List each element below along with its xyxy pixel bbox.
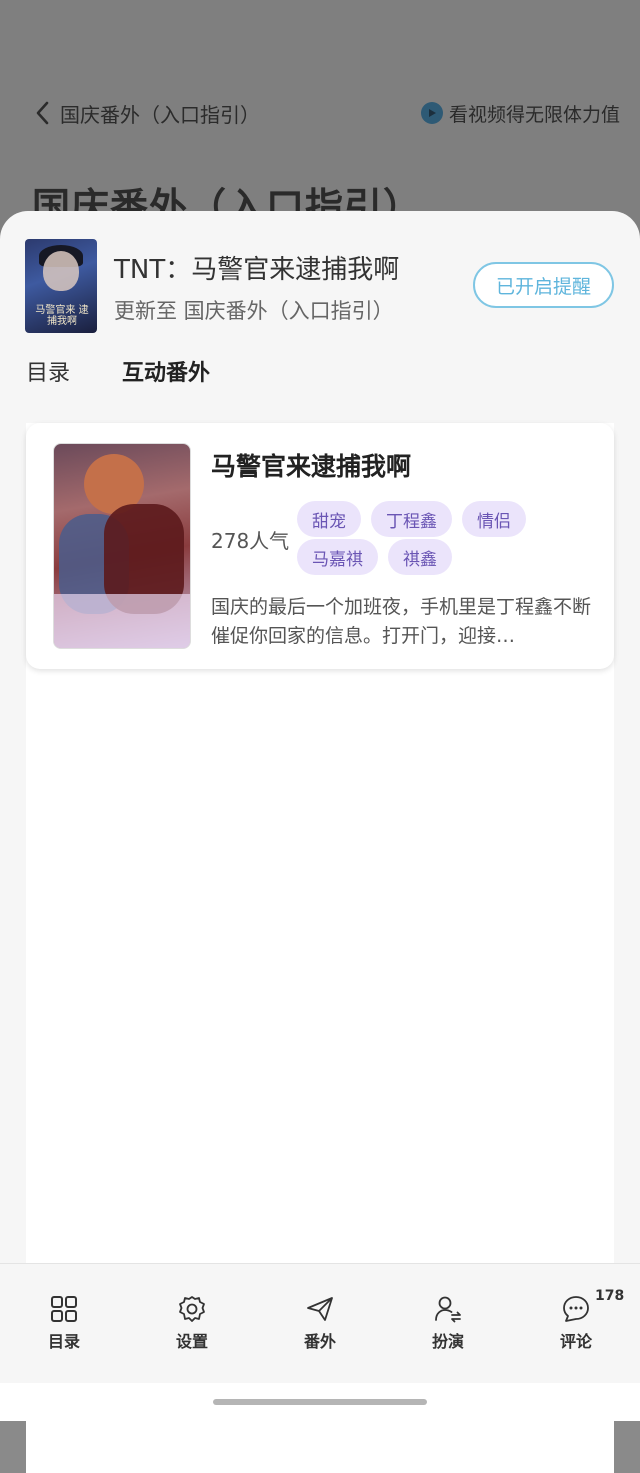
video-reward-label: 看视频得无限体力值 (448, 103, 620, 126)
nav-extra[interactable]: 番外 (280, 1294, 360, 1352)
nav-roleplay[interactable]: 扮演 (408, 1294, 488, 1352)
system-gesture-area (0, 1383, 640, 1421)
story-cover-image (53, 443, 191, 649)
story-title: 马警官来逮捕我啊 (211, 452, 412, 481)
tag: 情侣 (462, 501, 526, 537)
tab-bar: 目录 互动番外 (26, 355, 210, 387)
tag-list: 甜宠 丁程鑫 情侣 马嘉祺 祺鑫 (297, 501, 611, 577)
back-button[interactable]: 国庆番外（入口指引） (34, 97, 260, 129)
popularity-count: 278人气 (211, 529, 290, 553)
nav-label: 设置 (175, 1332, 208, 1351)
user-switch-icon (435, 1296, 461, 1323)
chapter-sheet: 马警官来 逮捕我啊 TNT：马警官来逮捕我啊 更新至 国庆番外（入口指引） 已开… (0, 211, 640, 1473)
grid-icon (51, 1296, 77, 1322)
book-title: TNT：马警官来逮捕我啊 (114, 255, 400, 285)
tab-catalog[interactable]: 目录 (26, 355, 70, 387)
play-icon (420, 102, 443, 124)
bottom-nav: 目录 设置 番外 扮演 评论 178 (0, 1263, 640, 1384)
cover-text: 马警官来 逮捕我啊 (35, 305, 89, 327)
gear-icon (179, 1296, 205, 1322)
home-indicator[interactable] (213, 1399, 427, 1405)
tag: 马嘉祺 (297, 539, 378, 575)
video-reward-button[interactable]: 看视频得无限体力值 (420, 98, 620, 128)
back-label: 国庆番外（入口指引） (60, 102, 260, 127)
nav-label: 评论 (559, 1332, 592, 1351)
update-status: 更新至 国庆番外（入口指引） (114, 299, 394, 323)
story-card[interactable]: 马警官来逮捕我啊 278人气 甜宠 丁程鑫 情侣 马嘉祺 祺鑫 国庆的最后一个加… (26, 423, 614, 669)
tag: 丁程鑫 (371, 501, 452, 537)
book-cover[interactable]: 马警官来 逮捕我啊 (25, 239, 97, 333)
tab-interactive-extra[interactable]: 互动番外 (122, 355, 210, 387)
tag: 祺鑫 (388, 539, 452, 575)
nav-label: 目录 (47, 1332, 80, 1351)
comment-count-badge: 178 (595, 1288, 625, 1304)
nav-settings[interactable]: 设置 (152, 1294, 232, 1352)
nav-label: 番外 (303, 1332, 336, 1351)
chevron-left-icon (36, 101, 49, 125)
story-description: 国庆的最后一个加班夜，手机里是丁程鑫不断催促你回家的信息。打开门，迎接… (211, 596, 592, 647)
paper-plane-icon (307, 1297, 333, 1321)
nav-catalog[interactable]: 目录 (24, 1294, 104, 1352)
comment-icon (563, 1296, 589, 1322)
reminder-button[interactable]: 已开启提醒 (473, 262, 614, 308)
nav-label: 扮演 (431, 1332, 464, 1351)
tag: 甜宠 (297, 501, 361, 537)
